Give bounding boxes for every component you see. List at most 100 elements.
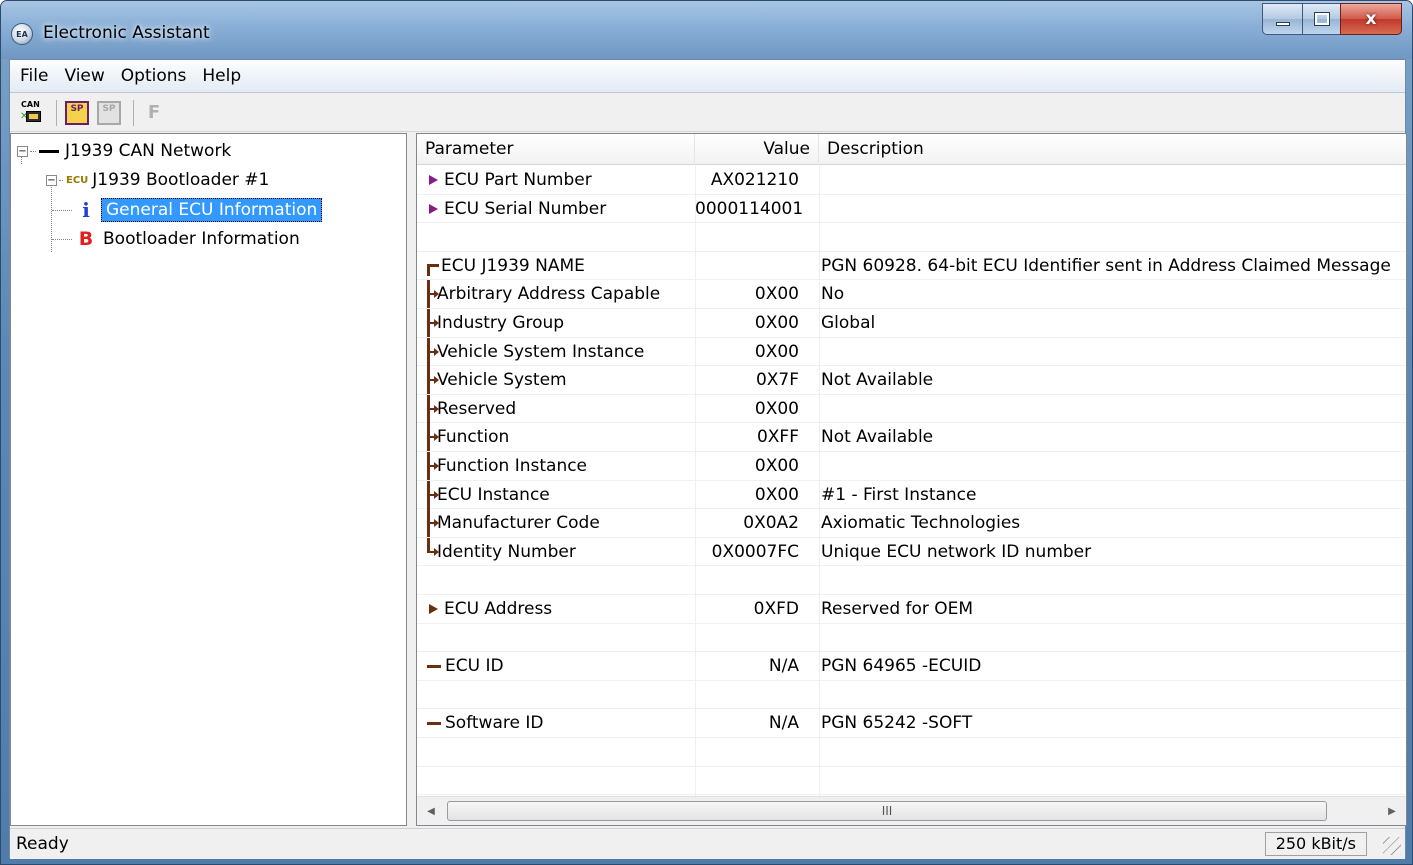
column-header-description[interactable]: Description (819, 134, 1406, 165)
table-row[interactable] (417, 566, 1406, 595)
flash-icon: F (147, 102, 161, 123)
tree-connector-icon (429, 203, 438, 214)
description-cell: #1 - First Instance (821, 484, 977, 505)
value-cell: AX021210 (710, 170, 799, 190)
parameter-cell: Vehicle System (425, 366, 693, 395)
scroll-right-icon: ▶ (1388, 805, 1396, 817)
table-row[interactable]: ECU ID N/A PGN 64965 -ECUID (417, 652, 1406, 681)
table-row[interactable]: Industry Group 0X00 Global (417, 309, 1406, 338)
tree-connector-icon (425, 366, 439, 395)
value-cell: 0XFD (753, 599, 799, 619)
menu-options[interactable]: Options (113, 63, 195, 89)
table-row[interactable] (417, 738, 1406, 767)
app-icon[interactable]: EA (11, 23, 33, 45)
description-cell (821, 195, 1406, 223)
description-cell (821, 452, 1406, 480)
table-row[interactable] (417, 767, 1406, 796)
table-row[interactable]: ECU Serial Number 0000114001 (417, 195, 1406, 224)
table-row[interactable] (417, 624, 1406, 653)
tree-view[interactable]: − J1939 CAN Network − ECU J1939 Bootload… (10, 133, 407, 826)
minimize-icon (1275, 22, 1290, 26)
tree-expander[interactable]: − (46, 174, 57, 186)
table-row[interactable]: ECU Instance 0X00 #1 - First Instance (417, 480, 1406, 510)
table-row[interactable] (417, 681, 1406, 710)
table-row[interactable]: Vehicle System Instance 0X00 (417, 337, 1406, 367)
flash-button[interactable]: F (140, 99, 168, 127)
parameter-label: ECU Part Number (444, 170, 592, 190)
tree-label: Bootloader Information (103, 229, 300, 249)
tree-connector-icon (425, 480, 439, 509)
parameter-cell: Arbitrary Address Capable (425, 280, 693, 309)
menu-file[interactable]: File (12, 63, 56, 89)
table-row[interactable]: ECU Address 0XFD Reserved for OEM (417, 595, 1406, 624)
description-cell (821, 624, 1406, 652)
title-bar[interactable]: EA Electronic Assistant x (1, 1, 1412, 59)
parameter-label: Function (437, 427, 510, 448)
tree-label: J1939 CAN Network (65, 141, 232, 161)
parameter-label: Reserved (437, 398, 517, 419)
can-network-icon: CAN ✕ (20, 99, 44, 125)
description-cell: Unique ECU network ID number (821, 541, 1092, 562)
table-row[interactable]: Software ID N/A PGN 65242 -SOFT (417, 709, 1406, 738)
tree-node-general-ecu-info[interactable]: i General ECU Information (52, 196, 323, 224)
value-cell: 0000114001 (695, 198, 804, 219)
menu-view[interactable]: View (56, 63, 112, 89)
description-cell: Global (821, 313, 876, 333)
column-header-parameter[interactable]: Parameter (417, 134, 695, 165)
parameter-cell: Reserved (425, 394, 693, 423)
parameter-label: Vehicle System (437, 370, 567, 391)
table-row[interactable]: Manufacturer Code 0X0A2 Axiomatic Technolo… (417, 509, 1406, 538)
save-sp-button[interactable]: SP (95, 99, 123, 127)
maximize-button[interactable] (1302, 3, 1340, 35)
parameter-label: ECU Address (444, 599, 553, 619)
horizontal-scrollbar[interactable]: ◀ III ▶ (417, 796, 1406, 825)
table-row[interactable]: Arbitrary Address Capable 0X00 No (417, 280, 1406, 309)
pane-splitter[interactable] (408, 133, 416, 826)
table-row[interactable]: Identity Number 0X0007FC Unique ECU networ… (417, 537, 1406, 567)
description-cell: PGN 60928. 64-bit ECU Identifier sent in… (821, 255, 1391, 276)
can-connect-button[interactable]: CAN ✕ (18, 99, 46, 127)
scroll-left-button[interactable]: ◀ (417, 797, 445, 825)
tree-connector-icon (425, 394, 439, 423)
value-cell (695, 767, 807, 795)
caption-buttons: x (1262, 3, 1402, 35)
value-cell (695, 223, 807, 251)
description-cell (821, 767, 1406, 795)
parameter-cell: Software ID (425, 709, 693, 737)
scroll-right-button[interactable]: ▶ (1378, 797, 1406, 825)
table-row[interactable]: Function 0XFF Not Available (417, 423, 1406, 452)
table-row[interactable]: Function Instance 0X00 (417, 452, 1406, 481)
maximize-icon (1313, 12, 1330, 26)
value-cell: N/A (768, 713, 799, 734)
parameter-cell (425, 624, 693, 652)
parameter-label: Manufacturer Code (437, 513, 600, 534)
close-button[interactable]: x (1340, 3, 1402, 35)
parameter-grid[interactable]: Parameter Value Description ECU Part Num… (416, 133, 1407, 826)
column-header-value[interactable]: Value (695, 134, 819, 165)
tree-connector-icon (425, 337, 439, 366)
value-cell: 0X0007FC (711, 541, 799, 562)
table-row[interactable]: ECU Part Number AX021210 (417, 166, 1406, 195)
table-row[interactable]: Reserved 0X00 (417, 394, 1406, 424)
value-cell: 0X00 (754, 313, 799, 333)
tree-node-bootloader-device[interactable]: − ECU J1939 Bootloader #1 (46, 166, 269, 194)
table-row[interactable]: ECU J1939 NAME PGN 60928. 64-bit ECU Iden… (417, 252, 1406, 281)
parameter-cell: Identity Number (425, 537, 693, 566)
minimize-button[interactable] (1262, 3, 1302, 35)
tree-node-network[interactable]: − J1939 CAN Network (17, 137, 231, 165)
parameter-cell (425, 738, 693, 766)
value-cell: 0X00 (754, 484, 799, 505)
table-row[interactable]: Vehicle System 0X7F Not Available (417, 366, 1406, 395)
can-icon-label: CAN (21, 99, 40, 109)
tree-connector-icon (425, 280, 439, 309)
tree-expander[interactable]: − (17, 145, 28, 157)
tree-node-bootloader-info[interactable]: B Bootloader Information (52, 225, 300, 253)
tree-connector-icon (429, 175, 438, 185)
resize-grip-icon[interactable] (1383, 837, 1401, 855)
menu-help[interactable]: Help (194, 63, 249, 89)
open-sp-button[interactable]: SP (63, 99, 91, 127)
scroll-thumb[interactable]: III (447, 801, 1327, 821)
description-cell: PGN 64965 -ECUID (821, 656, 982, 677)
description-cell (821, 566, 1406, 594)
table-row[interactable] (417, 223, 1406, 252)
